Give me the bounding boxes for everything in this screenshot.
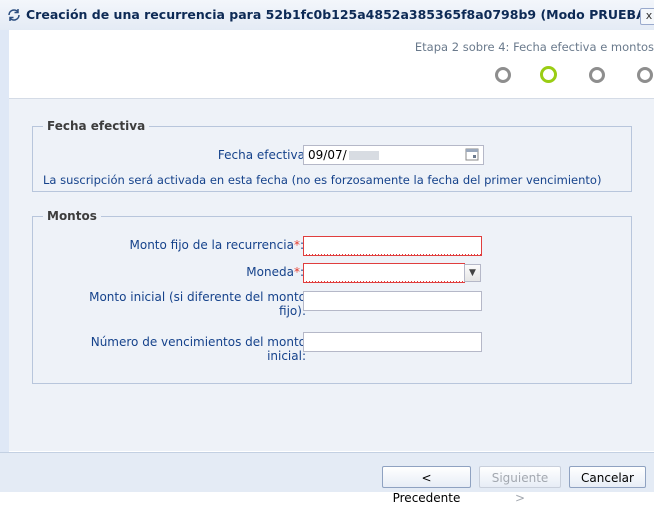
step-3-dot bbox=[589, 67, 605, 83]
next-button[interactable]: Siguiente > bbox=[479, 466, 561, 505]
fecha-efectiva-legend: Fecha efectiva bbox=[43, 119, 150, 133]
window-left-border bbox=[0, 30, 9, 452]
recurrence-icon bbox=[8, 9, 20, 21]
window-titlebar: Creación de una recurrencia para 52b1fc0… bbox=[0, 0, 654, 31]
close-button[interactable]: x bbox=[640, 8, 654, 25]
numero-vencimientos-input[interactable] bbox=[303, 332, 482, 352]
monto-fijo-label: Monto fijo de la recurrencia*: bbox=[129, 238, 305, 252]
montos-legend: Montos bbox=[43, 209, 101, 223]
wizard-footer: < Precedente Siguiente > Cancelar bbox=[0, 452, 654, 505]
previous-button[interactable]: < Precedente bbox=[382, 466, 471, 505]
step-4-dot bbox=[637, 67, 653, 83]
step-2-dot-active bbox=[540, 66, 557, 83]
moneda-select[interactable] bbox=[303, 263, 465, 283]
close-icon: x bbox=[645, 9, 653, 22]
chevron-down-icon[interactable]: ▼ bbox=[464, 264, 481, 282]
step-1-dot bbox=[495, 67, 511, 83]
fecha-efectiva-input[interactable]: 09/07/ bbox=[303, 145, 484, 165]
numero-vencimientos-label: Número de vencimientos del monto inicial: bbox=[90, 335, 306, 363]
fecha-efectiva-hint: La suscripción será activada en esta fec… bbox=[43, 173, 602, 187]
step-label: Etapa 2 sobre 4: Fecha efectiva e montos bbox=[414, 40, 654, 54]
monto-inicial-input[interactable] bbox=[303, 291, 482, 311]
moneda-label: Moneda*: bbox=[246, 265, 304, 279]
wizard-stepper: Etapa 2 sobre 4: Fecha efectiva e montos bbox=[9, 30, 654, 99]
fecha-efectiva-label: Fecha efectiva*: bbox=[217, 148, 315, 162]
fecha-efectiva-group: Fecha efectiva Fecha efectiva*: 09/07/ L… bbox=[32, 119, 632, 192]
monto-inicial-label: Monto inicial (si diferente del monto fij… bbox=[89, 290, 306, 318]
form-body: Fecha efectiva Fecha efectiva*: 09/07/ L… bbox=[9, 99, 654, 451]
montos-group: Montos Monto fijo de la recurrencia*: Mo… bbox=[32, 209, 632, 384]
calendar-icon[interactable] bbox=[465, 147, 479, 161]
window-title: Creación de una recurrencia para 52b1fc0… bbox=[26, 7, 652, 22]
monto-fijo-input[interactable] bbox=[303, 236, 482, 256]
cancel-button[interactable]: Cancelar bbox=[569, 466, 646, 488]
redacted-year bbox=[348, 151, 379, 160]
